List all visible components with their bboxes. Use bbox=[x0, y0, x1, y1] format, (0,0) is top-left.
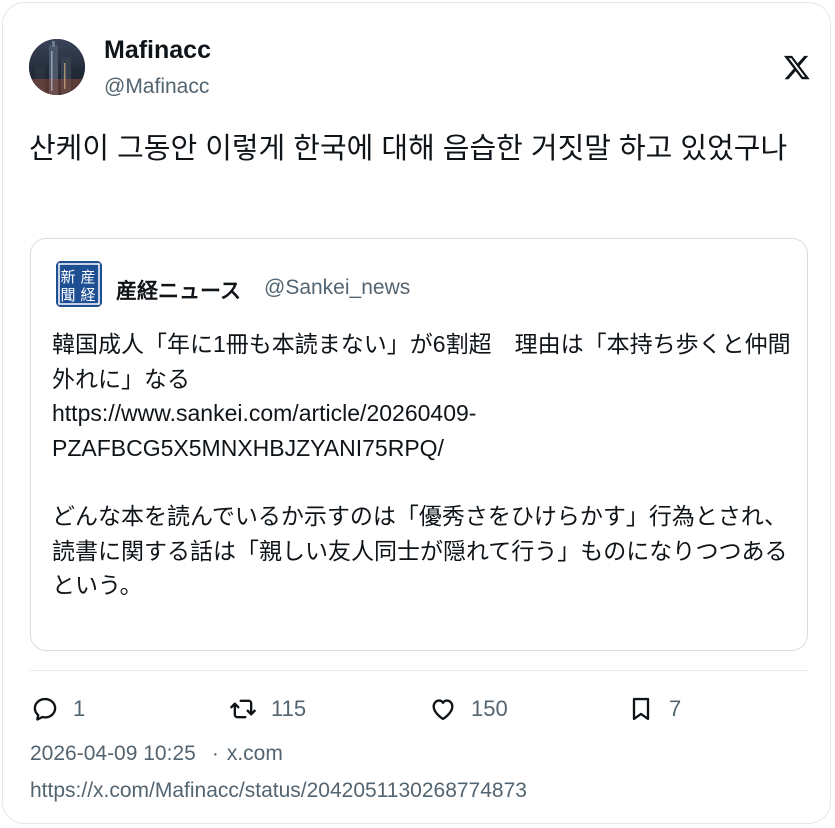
source-label[interactable]: x.com bbox=[227, 742, 283, 765]
city-night-avatar-image bbox=[29, 39, 85, 95]
quoted-handle[interactable]: @Sankei_news bbox=[264, 276, 410, 300]
like-button[interactable]: 150 bbox=[429, 693, 508, 725]
like-count: 150 bbox=[471, 696, 508, 721]
sankei-logo-glyph: 新 bbox=[60, 268, 75, 286]
author-display-name[interactable]: Mafinacc bbox=[104, 36, 211, 65]
sankei-logo-glyph: 経 bbox=[80, 286, 95, 304]
tweet-card: Mafinacc @Mafinacc 산케이 그동안 이렇게 한국에 대해 음습… bbox=[2, 2, 831, 824]
sankei-avatar[interactable]: 新 産 聞 経 bbox=[56, 261, 102, 307]
quoted-tweet[interactable]: 新 産 聞 経 産経ニュース @Sankei_news 韓国成人「年に1冊も本読… bbox=[30, 238, 808, 651]
heart-icon bbox=[432, 699, 454, 721]
quoted-paragraph-1: 韓国成人「年に1冊も本読まない」が6割超 理由は「本持ち歩くと仲間外れに」なる … bbox=[52, 331, 791, 461]
quoted-display-name[interactable]: 産経ニュース bbox=[116, 275, 241, 305]
divider bbox=[29, 670, 808, 671]
repost-button[interactable]: 115 bbox=[229, 693, 306, 725]
bookmark-icon bbox=[632, 697, 650, 721]
reply-icon bbox=[33, 697, 57, 721]
bookmark-count: 7 bbox=[669, 696, 682, 721]
repost-icon bbox=[230, 699, 256, 719]
timestamp[interactable]: 2026-04-09 10:25 bbox=[30, 742, 196, 765]
permalink[interactable]: https://x.com/Mafinacc/status/2042051130… bbox=[30, 779, 527, 803]
reply-count: 1 bbox=[73, 696, 86, 721]
tweet-meta: 2026-04-09 10:25 · x.com bbox=[30, 742, 283, 766]
x-logo-icon[interactable] bbox=[783, 53, 811, 81]
bookmark-button[interactable]: 7 bbox=[627, 693, 681, 725]
quoted-text: 韓国成人「年に1冊も本読まない」が6割超 理由は「本持ち歩くと仲間外れに」なる … bbox=[52, 327, 792, 603]
repost-count: 115 bbox=[271, 696, 307, 721]
sankei-logo-glyph: 産 bbox=[80, 268, 95, 286]
sankei-logo-icon: 新 産 聞 経 bbox=[56, 261, 102, 307]
meta-separator: · bbox=[211, 742, 219, 765]
sankei-logo-glyph: 聞 bbox=[60, 286, 75, 304]
author-handle[interactable]: @Mafinacc bbox=[104, 75, 209, 99]
tweet-text: 산케이 그동안 이렇게 한국에 대해 음습한 거짓말 하고 있었구나 bbox=[29, 133, 788, 165]
author-avatar[interactable] bbox=[29, 39, 85, 95]
quoted-paragraph-2: どんな本を読んでいるか示すのは「優秀さをひけらかす」行為とされ、読書に関する話は… bbox=[52, 503, 788, 598]
reply-button[interactable]: 1 bbox=[31, 693, 85, 725]
